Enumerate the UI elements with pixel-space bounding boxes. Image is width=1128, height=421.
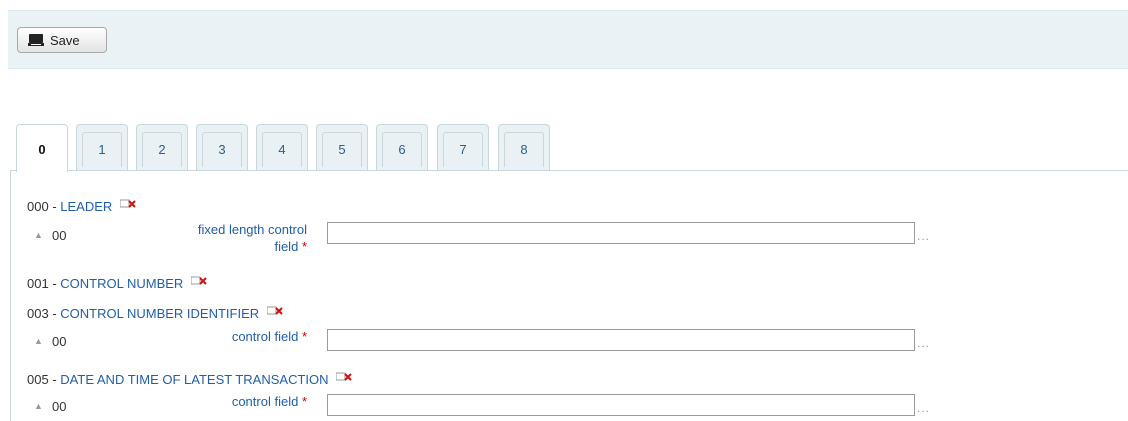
delete-field-icon[interactable] bbox=[119, 199, 136, 209]
tab-0[interactable]: 0 bbox=[16, 124, 68, 172]
subfield-row: ▲ 00 fixed length control field * ... bbox=[27, 220, 1027, 254]
field-tag: 000 bbox=[27, 199, 49, 214]
subfield-label-line2: field bbox=[274, 239, 299, 254]
subfield-label: control field * bbox=[107, 328, 307, 345]
tab-6[interactable]: 6 bbox=[376, 124, 428, 171]
subfield-code: 00 bbox=[52, 228, 67, 243]
field-name-link[interactable]: DATE AND TIME OF LATEST TRANSACTION bbox=[60, 372, 328, 387]
subfield-row: ▲ 00 control field * ... bbox=[27, 391, 1027, 421]
tab-2[interactable]: 2 bbox=[136, 124, 188, 171]
required-marker: * bbox=[301, 329, 307, 344]
delete-field-icon[interactable] bbox=[336, 372, 352, 382]
move-up-arrow-icon[interactable]: ▲ bbox=[34, 401, 43, 411]
tab-label: 0 bbox=[38, 142, 46, 157]
tab-label: 4 bbox=[278, 142, 286, 157]
more-options-link[interactable]: ... bbox=[917, 401, 930, 415]
subfield-input[interactable] bbox=[327, 394, 915, 416]
required-marker: * bbox=[301, 239, 307, 254]
toolbar: Save bbox=[8, 10, 1128, 69]
field-tag: 001 bbox=[27, 276, 49, 291]
subfield-label-text: control field bbox=[231, 394, 299, 409]
field-name-link[interactable]: LEADER bbox=[60, 199, 112, 214]
tab-bar: 0 1 2 3 4 5 6 7 8 bbox=[16, 124, 1128, 172]
subfield-row: ▲ 00 control field * ... bbox=[27, 326, 1027, 356]
field-tag: 003 bbox=[27, 306, 49, 321]
delete-field-icon[interactable] bbox=[266, 306, 283, 316]
field-000-heading: 000 - LEADER bbox=[27, 199, 136, 214]
tab-8[interactable]: 8 bbox=[498, 124, 550, 171]
tab-7[interactable]: 7 bbox=[437, 124, 489, 171]
move-up-arrow-icon[interactable]: ▲ bbox=[34, 336, 43, 346]
field-005-heading: 005 - DATE AND TIME OF LATEST TRANSACTIO… bbox=[27, 372, 352, 387]
subfield-label: control field * bbox=[107, 393, 307, 410]
subfield-label-line1: fixed length control bbox=[197, 222, 307, 237]
field-name-link[interactable]: CONTROL NUMBER IDENTIFIER bbox=[60, 306, 259, 321]
more-options-link[interactable]: ... bbox=[917, 336, 930, 350]
more-options-link[interactable]: ... bbox=[917, 229, 930, 243]
tab-1[interactable]: 1 bbox=[76, 124, 128, 171]
tab-label: 3 bbox=[218, 142, 226, 157]
tab-label: 5 bbox=[338, 142, 346, 157]
move-up-arrow-icon[interactable]: ▲ bbox=[34, 230, 43, 240]
subfield-input[interactable] bbox=[327, 222, 915, 244]
tab-4[interactable]: 4 bbox=[256, 124, 308, 171]
save-button-label: Save bbox=[50, 32, 80, 48]
field-name-link[interactable]: CONTROL NUMBER bbox=[60, 276, 183, 291]
subfield-label: fixed length control field * bbox=[107, 221, 307, 255]
save-button[interactable]: Save bbox=[17, 27, 107, 53]
delete-field-icon[interactable] bbox=[190, 276, 207, 286]
tab-5[interactable]: 5 bbox=[316, 124, 368, 171]
subfield-code: 00 bbox=[52, 334, 67, 349]
tab-label: 1 bbox=[98, 142, 106, 157]
tab-3[interactable]: 3 bbox=[196, 124, 248, 171]
subfield-label-text: control field bbox=[231, 329, 299, 344]
subfield-code: 00 bbox=[52, 399, 67, 414]
save-icon bbox=[28, 34, 44, 46]
tab-label: 6 bbox=[398, 142, 406, 157]
tab-label: 2 bbox=[158, 142, 166, 157]
field-tag: 005 bbox=[27, 372, 49, 387]
required-marker: * bbox=[301, 394, 307, 409]
tab-label: 7 bbox=[459, 142, 467, 157]
tab-label: 8 bbox=[520, 142, 528, 157]
field-001-heading: 001 - CONTROL NUMBER bbox=[27, 276, 207, 291]
subfield-input[interactable] bbox=[327, 329, 915, 351]
field-003-heading: 003 - CONTROL NUMBER IDENTIFIER bbox=[27, 306, 283, 321]
